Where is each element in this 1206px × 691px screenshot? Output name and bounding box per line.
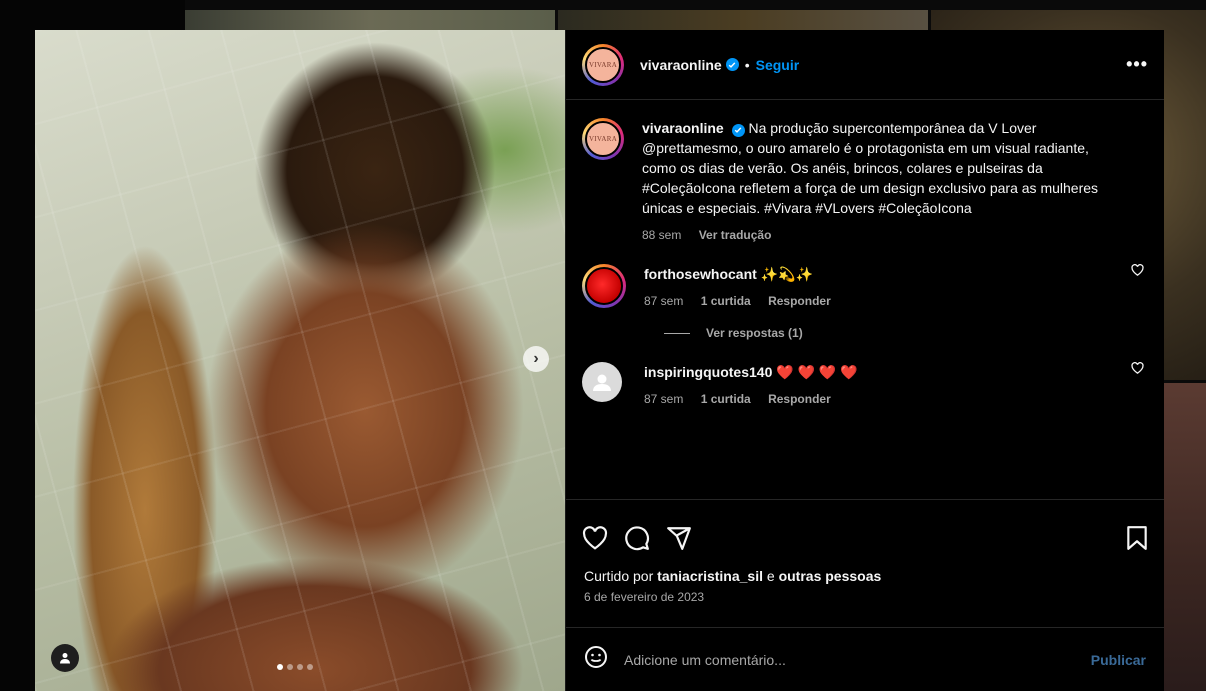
feed-background-tile [1163,383,1206,691]
translate-link[interactable]: Ver tradução [699,228,772,242]
comment-meta: 87 sem 1 curtida Responder [644,392,1148,406]
avatar[interactable]: VIVARA [582,43,624,86]
view-replies-label[interactable]: Ver respostas (1) [706,326,803,340]
comment-time[interactable]: 87 sem [644,294,683,308]
caption: VIVARA vivaraonline Na produção supercon… [582,118,1148,242]
carousel-dot [287,664,293,670]
comment-text: forthosewhocant ✨💫✨ [644,264,1148,284]
comment-likes[interactable]: 1 curtida [701,392,751,406]
post-date[interactable]: 6 de fevereiro de 2023 [566,590,1164,604]
reply-button[interactable]: Responder [768,392,831,406]
action-bar [566,500,1164,576]
feed-background-tile [558,10,928,30]
comment-username[interactable]: forthosewhocant [644,266,757,282]
view-replies-button[interactable]: Ver respostas (1) [664,326,1148,340]
share-icon[interactable] [666,525,692,551]
comments-section[interactable]: VIVARA vivaraonline Na produção supercon… [566,100,1164,500]
caption-meta: 88 sem Ver tradução [642,228,1148,242]
more-options-icon[interactable]: ••• [1126,54,1148,75]
carousel-dot [307,664,313,670]
emoji-icon[interactable] [584,645,608,674]
caption-time[interactable]: 88 sem [642,228,681,242]
divider [664,332,690,334]
header-username[interactable]: vivaraonline [640,57,722,73]
post-image[interactable]: › [35,30,565,691]
user-tag-icon[interactable] [51,644,79,672]
add-comment-bar: Publicar [566,627,1164,691]
heart-small-icon[interactable] [1131,361,1144,377]
comment-item: inspiringquotes140 ❤️ ❤️ ❤️ ❤️ 87 sem 1 … [582,361,1148,406]
comment-icon[interactable] [624,525,650,551]
avatar-logo: VIVARA [585,121,621,157]
comment-item: forthosewhocant ✨💫✨ 87 sem 1 curtida Res… [582,263,1148,308]
comment-likes[interactable]: 1 curtida [701,294,751,308]
comment-meta: 87 sem 1 curtida Responder [644,294,1148,308]
comment-time[interactable]: 87 sem [644,392,683,406]
comment-input[interactable] [622,650,1091,669]
carousel-dot [297,664,303,670]
post-details-panel: VIVARA vivaraonline • Seguir ••• VIVARA … [565,30,1164,691]
image-texture [35,30,565,691]
carousel-dot [277,664,283,670]
avatar-logo: VIVARA [585,46,621,83]
post-header: VIVARA vivaraonline • Seguir ••• [566,30,1164,100]
verified-icon [725,58,739,71]
verified-icon [731,123,745,137]
avatar[interactable]: VIVARA [582,118,624,160]
publish-button[interactable]: Publicar [1091,652,1146,668]
reply-button[interactable]: Responder [768,294,831,308]
feed-background-tile [185,10,555,30]
caption-username[interactable]: vivaraonline [642,120,724,136]
comment-body: ✨💫✨ [760,266,813,282]
caption-text: vivaraonline Na produção supercontemporâ… [642,118,1112,218]
chevron-right-icon[interactable]: › [523,346,549,372]
separator: • [744,56,750,73]
heart-small-icon[interactable] [1131,263,1144,279]
comment-username[interactable]: inspiringquotes140 [644,364,772,380]
follow-button[interactable]: Seguir [756,57,800,73]
avatar[interactable] [582,264,626,308]
comment-text: inspiringquotes140 ❤️ ❤️ ❤️ ❤️ [644,362,1148,382]
default-user-icon [593,374,611,391]
carousel-indicator [277,664,313,670]
comment-body: ❤️ ❤️ ❤️ ❤️ [776,364,858,380]
avatar[interactable] [582,362,622,402]
save-icon[interactable] [1126,525,1148,551]
like-icon[interactable] [582,526,608,550]
avatar-image [585,267,623,305]
